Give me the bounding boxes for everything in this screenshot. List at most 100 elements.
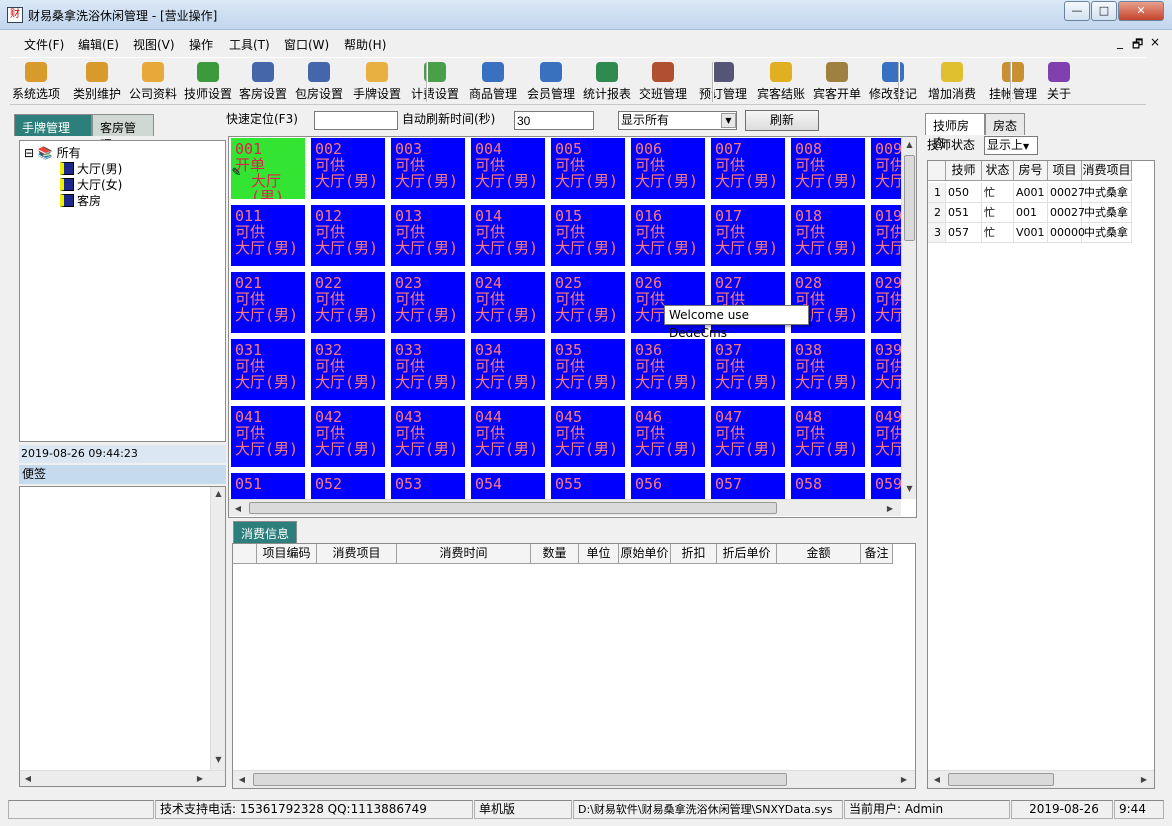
toolbar-button-7[interactable]: 计费设置 [408,60,462,104]
toolbar-button-10[interactable]: 统计报表 [580,60,634,104]
consume-column-header[interactable]: 消费时间 [397,544,531,564]
room-tile[interactable]: 039可供大厅(男) [871,339,901,400]
tech-cell-item[interactable]: 00000 [1048,223,1085,243]
toolbar-button-2[interactable]: 公司资料 [126,60,180,104]
room-tile[interactable]: 057 [711,473,785,499]
scroll-up-icon[interactable]: ▲ [902,140,917,149]
scroll-left-icon[interactable]: ◀ [237,775,247,784]
room-tile[interactable]: 006 可供 大厅(男) [631,138,705,199]
room-tile[interactable]: 052 [311,473,385,499]
room-tile[interactable]: 002 可供 大厅(男) [311,138,385,199]
consume-column-header[interactable]: 备注 [861,544,893,564]
room-tile[interactable]: 044 可供 大厅(男) [471,406,545,467]
tech-cell-state[interactable]: 忙 [982,203,1014,223]
scroll-up-icon[interactable]: ▲ [211,489,226,498]
tech-cell-room[interactable]: A001 [1014,183,1048,203]
toolbar-button-4[interactable]: 客房设置 [236,60,290,104]
tree-item-guest-room[interactable]: 客房 [60,192,101,208]
room-tile[interactable]: 038 可供 大厅(男) [791,339,865,400]
room-tile[interactable]: 015 可供 大厅(男) [551,205,625,266]
hscroll-thumb[interactable] [249,502,777,514]
tech-cell-tech[interactable]: 050 [946,183,982,203]
tech-cell-n[interactable]: 3 [928,223,946,243]
toolbar-button-3[interactable]: 技师设置 [182,60,234,104]
toolbar-button-12[interactable]: 预订管理 [696,60,750,104]
tech-cell-tech[interactable]: 057 [946,223,982,243]
tech-cell-tech[interactable]: 051 [946,203,982,223]
tab-tech-status[interactable]: 技师房态 [925,113,985,150]
room-grid-vscroll[interactable]: ▲ ▼ [901,137,916,499]
consume-column-header[interactable]: 项目编码 [257,544,317,564]
room-tile[interactable]: 059 [871,473,901,499]
mdi-minimize-button[interactable]: _ [1117,35,1123,49]
toolbar-button-9[interactable]: 会员管理 [524,60,578,104]
consume-column-header[interactable]: 金额 [777,544,861,564]
room-tile[interactable]: 036 可供 大厅(男) [631,339,705,400]
room-tile[interactable]: 022 可供 大厅(男) [311,272,385,333]
consume-column-header[interactable]: 折后单价 [717,544,777,564]
show-filter-select[interactable]: 显示所有 ▼ [618,111,737,130]
room-tile[interactable]: 037 可供 大厅(男) [711,339,785,400]
toolbar-button-18[interactable]: 关于 [1036,60,1082,104]
room-tile[interactable]: 031 可供 大厅(男) [231,339,305,400]
room-tile[interactable]: 033 可供 大厅(男) [391,339,465,400]
close-button[interactable]: ✕ [1118,1,1164,21]
room-tile[interactable]: 034 可供 大厅(男) [471,339,545,400]
consume-column-header[interactable]: 消费项目 [317,544,397,564]
tech-hscroll[interactable]: ◀ ▶ [928,770,1154,788]
tech-cell-room[interactable]: 001 [1014,203,1048,223]
room-tile[interactable]: 041 可供 大厅(男) [231,406,305,467]
room-tile[interactable]: 049可供大厅(男) [871,406,901,467]
tech-column-header[interactable]: 项目 [1048,161,1082,181]
room-tile[interactable]: 055 [551,473,625,499]
room-tile[interactable]: 048 可供 大厅(男) [791,406,865,467]
tech-cell-consume[interactable]: 中式桑拿 [1082,203,1132,223]
tech-cell-n[interactable]: 2 [928,203,946,223]
consume-column-header[interactable]: 折扣 [671,544,717,564]
toolbar-button-13[interactable]: 宾客结账 [754,60,808,104]
consume-hscroll[interactable]: ◀ ▶ [233,770,915,788]
toolbar-button-8[interactable]: 商品管理 [466,60,520,104]
collapse-icon[interactable]: ⊟ [24,146,34,160]
tab-guest-room[interactable]: 客房管理 [92,114,154,152]
scroll-left-icon[interactable]: ◀ [22,774,34,783]
room-tile[interactable]: 051 [231,473,305,499]
tech-cell-room[interactable]: V001 [1014,223,1048,243]
tree-root[interactable]: ⊟ 📚 所有 [24,144,81,160]
room-tile[interactable]: 009可供大厅(男) [871,138,901,199]
refresh-interval-input[interactable] [514,111,594,130]
scroll-left-icon[interactable]: ◀ [932,775,942,784]
room-tile[interactable]: 003 可供 大厅(男) [391,138,465,199]
room-tile[interactable]: 025 可供 大厅(男) [551,272,625,333]
tab-room-status[interactable]: 房态 [985,113,1025,135]
room-tile[interactable]: 016 可供 大厅(男) [631,205,705,266]
tech-status-select[interactable]: 显示上 ▼ [984,136,1038,155]
room-tile[interactable]: 008 可供 大厅(男) [791,138,865,199]
menu-view[interactable]: 视图(V) [129,35,179,54]
room-tile[interactable]: 047 可供 大厅(男) [711,406,785,467]
vscroll-thumb[interactable] [904,155,915,241]
scroll-down-icon[interactable]: ▼ [211,755,226,764]
room-tile[interactable]: 013 可供 大厅(男) [391,205,465,266]
room-tile[interactable]: 019可供大厅(男) [871,205,901,266]
menu-operate[interactable]: 操作 [185,35,217,54]
minimize-button[interactable]: — [1064,1,1090,21]
room-tile[interactable]: 014 可供 大厅(男) [471,205,545,266]
room-tile[interactable]: 007 可供 大厅(男) [711,138,785,199]
room-tile[interactable]: 018 可供 大厅(男) [791,205,865,266]
maximize-button[interactable]: □ [1091,1,1117,21]
tab-consume-info[interactable]: 消费信息 [233,521,297,543]
tech-cell-consume[interactable]: 中式桑拿 [1082,223,1132,243]
room-tile[interactable]: 054 [471,473,545,499]
tree-item-hall-female[interactable]: 大厅(女) [60,176,122,192]
room-tile[interactable]: 045 可供 大厅(男) [551,406,625,467]
tech-column-header[interactable]: 技师 [946,161,982,181]
scroll-left-icon[interactable]: ◀ [233,504,243,513]
tech-cell-item[interactable]: 00027 [1048,183,1085,203]
mdi-close-button[interactable]: × [1150,35,1160,49]
menu-tools[interactable]: 工具(T) [225,35,274,54]
toolbar-button-11[interactable]: 交班管理 [636,60,690,104]
consume-column-header[interactable]: 单位 [579,544,619,564]
toolbar-button-1[interactable]: 类别维护 [70,60,124,104]
hscroll-thumb[interactable] [948,773,1054,786]
